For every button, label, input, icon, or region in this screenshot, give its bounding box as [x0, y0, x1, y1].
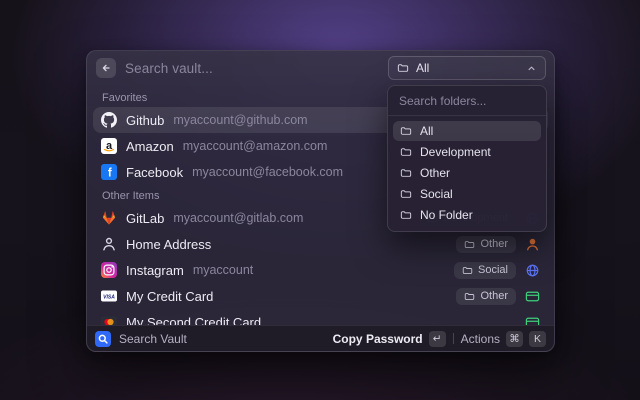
item-name: Instagram: [126, 263, 184, 278]
mastercard-icon: [101, 314, 117, 325]
vault-item-row[interactable]: My Second Credit Card: [93, 309, 548, 325]
search-app-icon: [95, 331, 111, 347]
github-icon: [101, 112, 117, 128]
vault-item-row[interactable]: VISA My Credit Card Other: [93, 283, 548, 309]
folder-icon: [464, 291, 475, 302]
search-vault-window: Search vault... All Favorites Github mya…: [86, 50, 555, 352]
desktop-background: Search vault... All Favorites Github mya…: [0, 0, 640, 400]
folder-icon: [400, 167, 412, 179]
gitlab-icon: [101, 210, 117, 226]
folder-badge-label: Social: [478, 264, 508, 276]
item-name: My Second Credit Card: [126, 315, 261, 326]
folder-search-input[interactable]: Search folders...: [388, 86, 546, 115]
folder-badge-label: Other: [480, 238, 508, 250]
k-key-badge: K: [529, 331, 546, 347]
item-name: Amazon: [126, 139, 174, 154]
folder-option[interactable]: Social: [393, 184, 541, 204]
back-button[interactable]: [96, 58, 116, 78]
folder-icon: [400, 188, 412, 200]
copy-password-button[interactable]: Copy Password ↵: [333, 331, 446, 347]
item-name: Home Address: [126, 237, 211, 252]
item-name: Facebook: [126, 165, 183, 180]
item-username: myaccount: [193, 263, 253, 277]
folder-icon: [400, 125, 412, 137]
arrow-left-icon: [100, 62, 112, 74]
folder-icon: [462, 265, 473, 276]
facebook-icon: f: [101, 164, 117, 180]
item-username: myaccount@github.com: [173, 113, 307, 127]
folder-badge: Other: [456, 236, 516, 253]
cmd-key-badge: ⌘: [506, 331, 523, 347]
card-icon: [525, 289, 540, 304]
folder-icon: [400, 146, 412, 158]
folder-option-list: All Development Other Social No Folder: [388, 116, 546, 225]
folder-option-label: No Folder: [420, 208, 473, 222]
identity-person-icon: [525, 237, 540, 252]
vault-item-row[interactable]: Instagram myaccount Social: [93, 257, 548, 283]
folder-icon: [397, 62, 409, 74]
globe-icon: [525, 263, 540, 278]
address-person-icon: [101, 236, 117, 252]
folder-dropdown-panel: Search folders... All Development Other …: [387, 85, 547, 232]
action-bar: Search Vault Copy Password ↵ Actions ⌘ K: [87, 325, 554, 351]
folder-badge-label: Other: [480, 290, 508, 302]
enter-key-badge: ↵: [429, 331, 446, 347]
item-name: GitLab: [126, 211, 164, 226]
folder-badge: Social: [454, 262, 516, 279]
folder-option[interactable]: All: [393, 121, 541, 141]
card-icon: [525, 315, 540, 326]
amazon-icon: a: [101, 138, 117, 154]
folder-option-label: Social: [420, 187, 453, 201]
folder-badge: Other: [456, 288, 516, 305]
app-name: Search Vault: [119, 332, 187, 346]
visa-card-icon: VISA: [101, 288, 117, 304]
item-username: myaccount@amazon.com: [183, 139, 328, 153]
folder-option-label: All: [420, 124, 433, 138]
copy-password-label: Copy Password: [333, 332, 423, 346]
folder-option[interactable]: Development: [393, 142, 541, 162]
folder-option[interactable]: Other: [393, 163, 541, 183]
svg-text:f: f: [108, 168, 112, 180]
folder-option-label: Other: [420, 166, 450, 180]
folder-filter-dropdown[interactable]: All: [388, 56, 546, 80]
chevron-up-icon: [526, 63, 537, 74]
divider: [453, 333, 454, 344]
svg-text:VISA: VISA: [103, 295, 115, 301]
item-name: My Credit Card: [126, 289, 213, 304]
vault-item-row[interactable]: Home Address Other: [93, 231, 548, 257]
vault-search-input[interactable]: Search vault...: [125, 61, 379, 76]
search-bar: Search vault... All: [87, 51, 554, 85]
folder-option-label: Development: [420, 145, 491, 159]
actions-label: Actions: [461, 332, 500, 346]
instagram-icon: [101, 262, 117, 278]
folder-icon: [400, 209, 412, 221]
folder-option[interactable]: No Folder: [393, 205, 541, 225]
item-username: myaccount@facebook.com: [192, 165, 343, 179]
item-username: myaccount@gitlab.com: [173, 211, 303, 225]
folder-icon: [464, 239, 475, 250]
folder-filter-value: All: [416, 61, 429, 75]
item-name: Github: [126, 113, 164, 128]
actions-button[interactable]: Actions ⌘ K: [461, 331, 546, 347]
